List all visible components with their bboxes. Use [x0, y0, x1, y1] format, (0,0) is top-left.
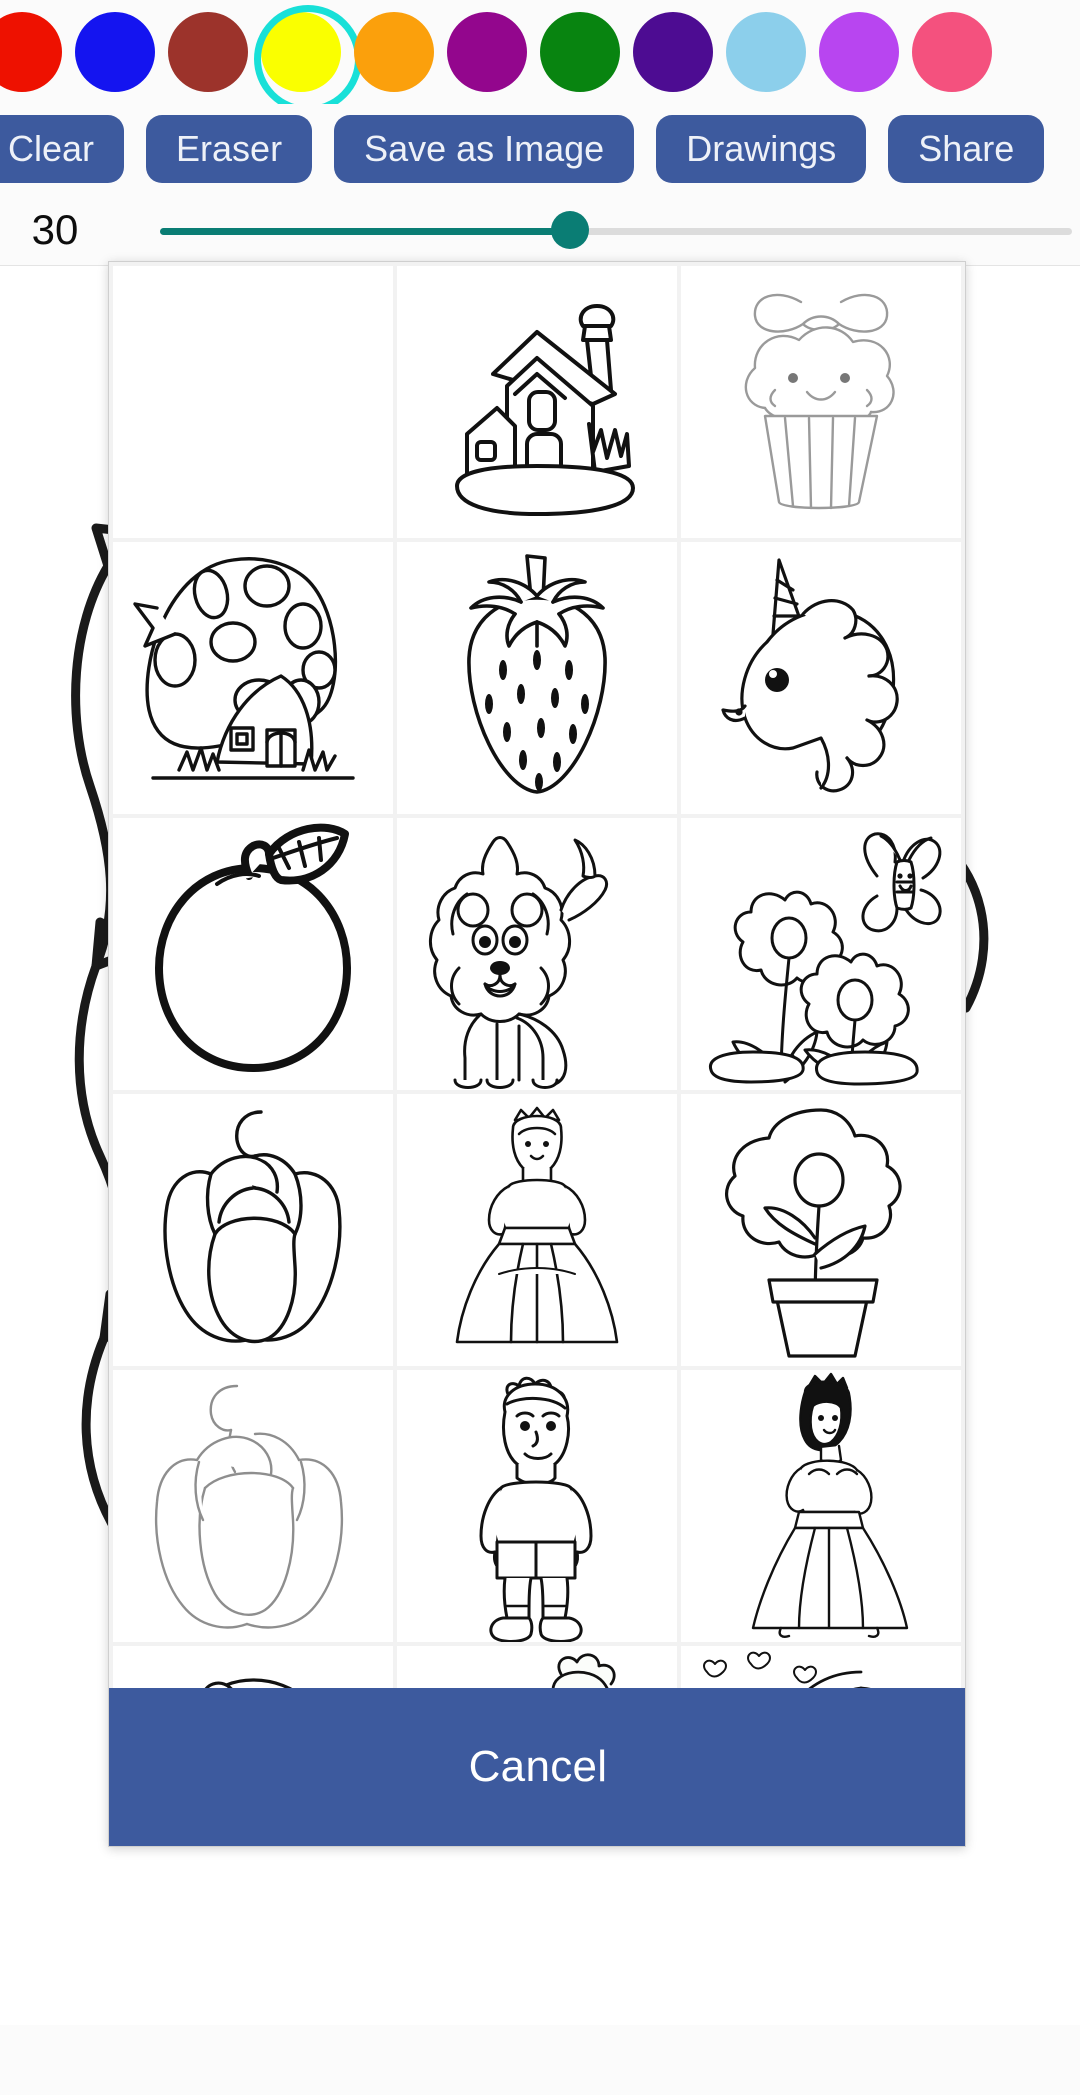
color-swatch-blue[interactable] — [75, 12, 155, 92]
color-swatch-red[interactable] — [0, 12, 62, 92]
bottom-strip — [0, 2025, 1080, 2095]
drawing-item-strawberry[interactable] — [397, 542, 677, 814]
drawing-item-princess[interactable] — [397, 1094, 677, 1366]
color-palette — [0, 0, 1080, 104]
color-swatch-yellow[interactable] — [254, 5, 362, 104]
toolbar: Clear Eraser Save as Image Drawings Shar… — [0, 104, 1080, 194]
drawings-picker-dialog: Cancel — [108, 261, 966, 1847]
color-swatch-indigo[interactable] — [633, 12, 713, 92]
app-root: Clear Eraser Save as Image Drawings Shar… — [0, 0, 1080, 2095]
save-as-image-button[interactable]: Save as Image — [334, 115, 635, 183]
share-button[interactable]: Share — [888, 115, 1045, 183]
drawing-item-cupcake[interactable] — [681, 266, 961, 538]
color-swatch-magenta[interactable] — [447, 12, 527, 92]
brush-size-row: 30 — [0, 194, 1080, 266]
drawings-button[interactable]: Drawings — [656, 115, 867, 183]
drawings-grid — [109, 262, 965, 1846]
drawing-item-boy[interactable] — [397, 1370, 677, 1642]
drawing-item-house[interactable] — [397, 266, 677, 538]
brush-size-value: 30 — [31, 205, 79, 253]
eraser-button[interactable]: Eraser — [146, 115, 313, 183]
drawing-item-apple[interactable] — [113, 818, 393, 1090]
drawing-item-lion[interactable] — [397, 818, 677, 1090]
color-swatch-brown[interactable] — [168, 12, 248, 92]
drawing-item-bell-pepper[interactable] — [113, 1094, 393, 1366]
drawing-item-blank-canvas[interactable] — [113, 266, 393, 538]
slider-fill — [160, 227, 571, 235]
cancel-button[interactable]: Cancel — [109, 1688, 965, 1846]
brush-size-slider[interactable] — [110, 194, 1072, 266]
color-swatch-violet[interactable] — [819, 12, 899, 92]
drawings-grid-scroll[interactable] — [109, 262, 965, 1846]
drawing-item-mushroom-house[interactable] — [113, 542, 393, 814]
drawing-item-unicorn[interactable] — [681, 542, 961, 814]
color-swatch-orange[interactable] — [354, 12, 434, 92]
drawing-item-potted-flower[interactable] — [681, 1094, 961, 1366]
drawing-item-capsicum[interactable] — [113, 1370, 393, 1642]
slider-thumb[interactable] — [551, 210, 590, 249]
color-swatch-pink[interactable] — [912, 12, 992, 92]
color-swatch-green[interactable] — [540, 12, 620, 92]
drawing-item-flowers-butterfly[interactable] — [681, 818, 961, 1090]
drawing-item-snow-white[interactable] — [681, 1370, 961, 1642]
clear-button[interactable]: Clear — [0, 115, 125, 183]
color-swatch-light-blue[interactable] — [726, 12, 806, 92]
